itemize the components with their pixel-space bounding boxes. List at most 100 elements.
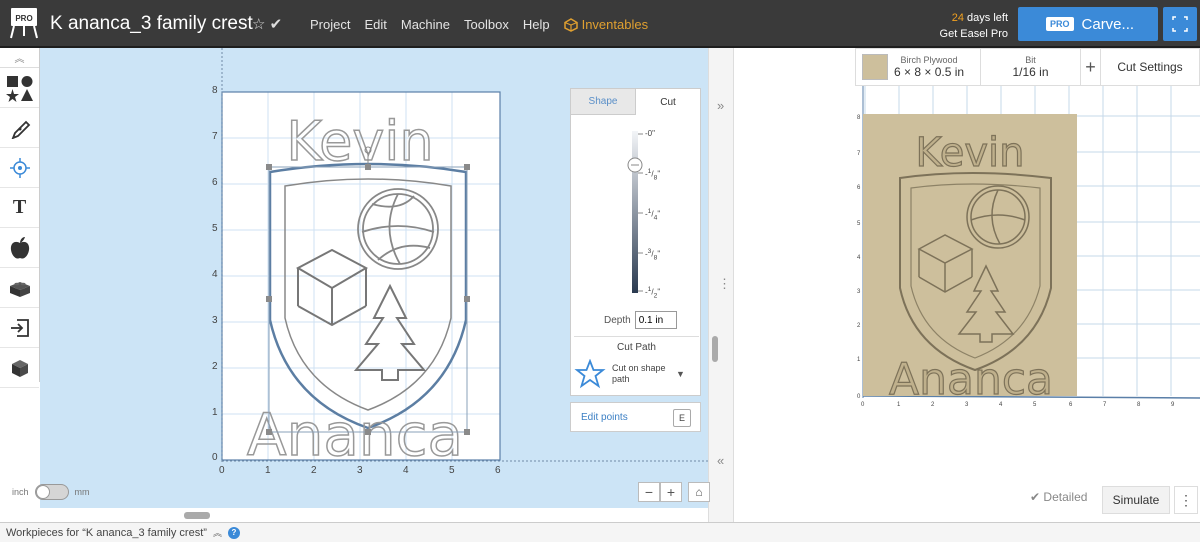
workpieces-bar[interactable]: Workpieces for “K ananca_3 family crest”… (0, 522, 1200, 542)
x-tick: 3 (357, 465, 363, 476)
y-tick: 2 (212, 361, 218, 372)
material-swatch (862, 54, 888, 80)
y-tick: 6 (212, 177, 218, 188)
vertical-scrollbar[interactable] (712, 336, 718, 362)
menu-toolbox[interactable]: Toolbox (464, 17, 509, 32)
depth-tick-label: -1/4" (645, 208, 661, 222)
x-tick: 6 (495, 465, 501, 476)
pen-tool[interactable] (0, 108, 39, 148)
toolbar-collapse-button[interactable]: ︽ (0, 48, 39, 68)
zoom-reset-button[interactable]: ⌂ (688, 482, 710, 502)
target-tool[interactable] (0, 148, 39, 188)
preview-x-tick: 9 (1171, 402, 1175, 408)
3d-tool[interactable] (0, 348, 39, 388)
carved-text-kevin: Kevin (916, 130, 1025, 176)
cut-settings-panel: Shape Cut -0" -1/8" -1/4" -3/8" -1/2" De… (570, 88, 701, 396)
carve-pro-badge: PRO (1046, 17, 1074, 31)
top-bar: PRO K ananca_3 family crest ☆ ✔ Project … (0, 0, 1200, 48)
unit-switch[interactable] (34, 484, 69, 500)
bit-value: 1/16 in (1012, 65, 1049, 79)
bit-selector[interactable]: Bit 1/16 in (981, 49, 1081, 85)
collapse-left-icon[interactable]: » (717, 98, 724, 113)
depth-row: Depth (571, 311, 702, 329)
preview-y-tick: 8 (857, 115, 861, 121)
edit-points-label: Edit points (581, 411, 628, 423)
expand-button[interactable] (1163, 7, 1197, 41)
depth-slider[interactable] (571, 121, 702, 301)
cut-path-title: Cut Path (574, 336, 699, 353)
star-icon[interactable]: ☆ (252, 16, 265, 33)
depth-tick-label: -1/2" (645, 286, 661, 300)
lego-icon (9, 281, 30, 297)
target-icon (9, 157, 30, 178)
shapes-tool[interactable] (0, 68, 39, 108)
depth-tick-label: -3/8" (645, 248, 661, 262)
tab-shape[interactable]: Shape (571, 89, 636, 115)
y-tick: 3 (212, 315, 218, 326)
logo-badge: PRO (15, 14, 32, 23)
apps-tool[interactable] (0, 228, 39, 268)
preview-x-tick: 8 (1137, 402, 1141, 408)
edit-points-shortcut: E (673, 409, 691, 427)
detailed-label: Detailed (1043, 490, 1088, 504)
y-tick: 8 (212, 85, 218, 96)
y-tick: 5 (212, 223, 218, 234)
unit-mm-label: mm (74, 487, 90, 497)
project-title[interactable]: K ananca_3 family crest (50, 13, 253, 35)
x-tick: 5 (449, 465, 455, 476)
parts-tool[interactable] (0, 268, 39, 308)
carve-preview[interactable]: Kevin Ananca 8 7 6 5 4 3 2 1 0 0 1 2 3 4… (735, 86, 1200, 486)
menu-project[interactable]: Project (310, 17, 350, 32)
cut-path-select[interactable]: Cut on shape path ▼ (574, 357, 699, 391)
menu-inventables-label: Inventables (581, 17, 649, 32)
unit-inch-label: inch (12, 487, 29, 497)
menu-inventables[interactable]: Inventables (563, 17, 649, 32)
simulate-button[interactable]: Simulate (1102, 486, 1170, 514)
collapse-right-icon[interactable]: « (717, 453, 724, 468)
main-menu: Project Edit Machine Toolbox Help Invent… (310, 17, 648, 32)
import-tool[interactable] (0, 308, 39, 348)
easel-logo[interactable]: PRO (8, 6, 40, 40)
edit-points-button[interactable]: Edit points E (570, 402, 701, 432)
pen-icon (11, 120, 30, 139)
add-bit-button[interactable]: + (1081, 49, 1101, 85)
horizontal-scrollbar[interactable] (184, 512, 210, 519)
preview-x-tick: 7 (1103, 402, 1107, 408)
get-easel-pro-link[interactable]: Get Easel Pro (920, 26, 1008, 42)
menu-machine[interactable]: Machine (401, 17, 450, 32)
preview-x-tick: 0 (861, 402, 865, 408)
depth-tick-label: -0" (645, 129, 655, 138)
material-selector[interactable]: Birch Plywood 6 × 8 × 0.5 in (856, 49, 981, 85)
help-icon[interactable]: ? (227, 526, 240, 539)
shapes-icon (5, 75, 33, 102)
resize-grip-icon[interactable]: ⋮ (718, 276, 731, 292)
text-tool[interactable]: T (0, 188, 39, 228)
preview-x-tick: 6 (1069, 402, 1073, 408)
chevron-up-icon[interactable]: ︽ (213, 526, 222, 539)
zoom-in-button[interactable]: + (660, 482, 682, 502)
trial-days: 24 (951, 12, 964, 24)
carve-button[interactable]: PRO Carve... (1018, 7, 1158, 41)
menu-edit[interactable]: Edit (364, 17, 386, 32)
material-size: 6 × 8 × 0.5 in (894, 65, 965, 79)
unit-toggle: inch mm (12, 484, 90, 500)
preview-y-tick: 1 (857, 357, 861, 363)
depth-tick-label: -1/8" (645, 168, 661, 182)
preview-y-tick: 3 (857, 289, 861, 295)
x-tick: 2 (311, 465, 317, 476)
cut-settings-button[interactable]: Cut Settings (1101, 49, 1199, 85)
preview-y-tick: 5 (857, 221, 861, 227)
tab-cut[interactable]: Cut (636, 89, 700, 115)
text-icon: T (12, 196, 27, 218)
y-tick: 0 (212, 452, 218, 463)
check-icon: ✔ (269, 16, 283, 33)
more-options-button[interactable]: ⋮ (1174, 486, 1198, 514)
trial-suffix: days left (967, 12, 1008, 24)
artboard[interactable] (222, 92, 500, 460)
detailed-toggle[interactable]: ✔ Detailed (1030, 490, 1087, 504)
depth-input[interactable] (634, 311, 677, 329)
zoom-out-button[interactable]: − (638, 482, 660, 502)
menu-help[interactable]: Help (523, 17, 550, 32)
carved-text-ananca: Ananca (889, 354, 1053, 405)
cut-path-label: Cut on shape path (612, 363, 666, 384)
